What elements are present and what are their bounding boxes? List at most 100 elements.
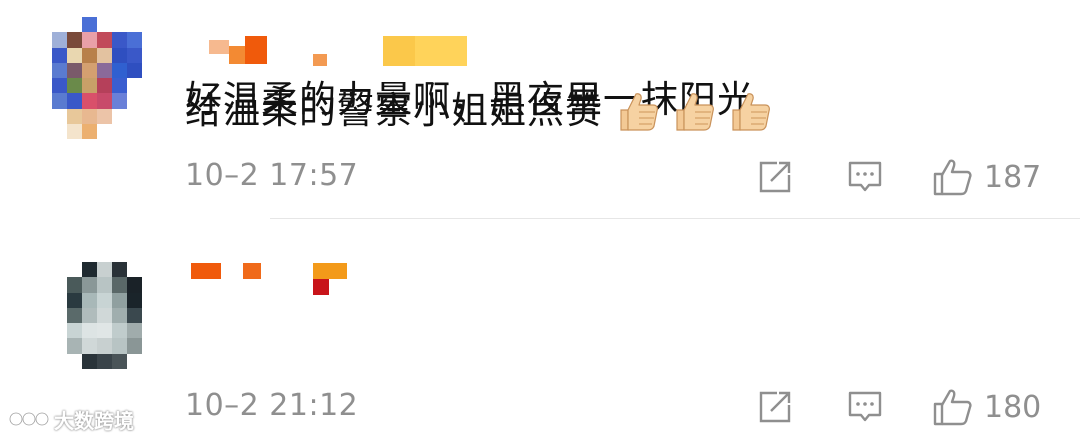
avatar-pixel [67,277,82,293]
avatar-pixel [82,123,97,139]
avatar-pixel [97,368,112,384]
avatar-pixel [97,108,112,124]
share-button[interactable] [757,152,793,202]
avatar-pixel [52,62,67,78]
avatar-pixel [112,108,127,124]
avatar-pixel [82,47,97,63]
username-pixel [313,54,327,66]
avatar[interactable] [52,262,157,384]
like-button[interactable]: 187 [932,152,1041,202]
thumbs-up-icon [933,159,972,196]
username-pixel [313,263,347,279]
username-blurred[interactable] [185,32,505,72]
avatar-pixel [52,78,67,94]
avatar-pixel [97,338,112,354]
avatar-pixel [142,307,157,323]
comment-icon [848,391,882,422]
avatar-pixel [52,93,67,109]
avatar-pixel [67,353,82,369]
avatar-pixel [67,108,82,124]
avatar-pixel [127,108,142,124]
avatar-pixel [52,17,67,33]
avatar-pixel [97,17,112,33]
avatar-pixel [67,123,82,139]
avatar-pixel [82,323,97,339]
like-button[interactable]: 180 [932,382,1041,432]
username-blurred[interactable] [185,259,505,299]
avatar-pixel [52,262,67,278]
comment-timestamp: 10–2 17:57 [185,158,359,193]
avatar-pixel [52,307,67,323]
comment-divider [270,218,1080,219]
avatar-pixel [52,123,67,139]
avatar-pixel [82,262,97,278]
avatar-pixel [67,338,82,354]
avatar-pixel [112,62,127,78]
avatar-pixel [127,78,142,94]
share-icon [759,391,791,423]
avatar-pixel [67,262,82,278]
avatar-pixel [112,338,127,354]
username-pixel [313,279,329,295]
avatar-pixel [67,17,82,33]
avatar-pixel [127,262,142,278]
thumbs-up-emoji [676,93,714,131]
avatar-pixel [97,292,112,308]
avatar-pixel [127,17,142,33]
watermark: 大数跨境 [8,404,134,434]
comment-item-2: 给温柔的警察小姐姐点赞 10–2 21:12 180 [0,89,1080,435]
thumbs-up-emoji [620,93,658,131]
avatar-pixel [112,292,127,308]
avatar-pixel [112,32,127,48]
avatar-pixel [112,78,127,94]
avatar-pixel [127,338,142,354]
avatar-pixel [52,353,67,369]
comment-actions: 187 [752,152,1052,202]
avatar-pixel [112,262,127,278]
reply-button[interactable] [847,152,883,202]
comment-actions: 180 [752,382,1052,432]
share-icon [759,161,791,193]
avatar-pixel [142,368,157,384]
avatar-pixel [127,323,142,339]
avatar-pixel [97,93,112,109]
avatar-pixel [127,353,142,369]
avatar[interactable] [52,17,157,139]
share-button[interactable] [757,382,793,432]
avatar-pixel [67,78,82,94]
avatar-pixel [97,353,112,369]
avatar-pixel [127,93,142,109]
avatar-pixel [82,17,97,33]
avatar-pixel [67,47,82,63]
avatar-pixel [67,93,82,109]
avatar-pixel [82,292,97,308]
like-count: 187 [984,159,1042,195]
avatar-pixel [52,277,67,293]
avatar-pixel [97,277,112,293]
avatar-pixel [127,368,142,384]
avatar-pixel [67,32,82,48]
avatar-pixel [97,62,112,78]
avatar-pixel [52,108,67,124]
avatar-pixel [82,338,97,354]
avatar-pixel [142,17,157,33]
avatar-pixel [112,123,127,139]
avatar-pixel [97,123,112,139]
avatar-pixel [127,32,142,48]
avatar-pixel [142,353,157,369]
watermark-text: 大数跨境 [54,408,134,433]
avatar-pixel [112,368,127,384]
username-pixel [229,46,245,64]
avatar-pixel [97,47,112,63]
avatar-pixel [142,47,157,63]
avatar-pixel [127,47,142,63]
avatar-pixel [127,292,142,308]
avatar-pixel [112,17,127,33]
avatar-pixel [112,353,127,369]
avatar-pixel [127,62,142,78]
thumbs-up-icon [933,389,972,426]
avatar-pixel [142,338,157,354]
avatar-pixel [52,32,67,48]
username-pixel [191,263,221,279]
reply-button[interactable] [847,382,883,432]
